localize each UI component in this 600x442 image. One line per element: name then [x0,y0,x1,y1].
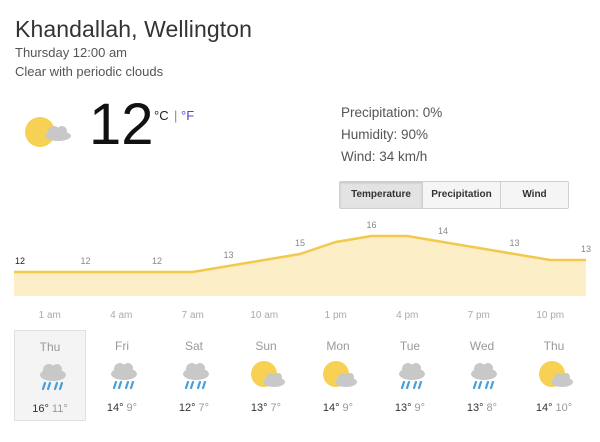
partly-sunny-icon [536,358,574,394]
forecast-day-name: Mon [326,339,350,353]
forecast-high: 13° [250,402,268,414]
forecast-day-thu[interactable]: Thu 16° 11° [14,330,86,421]
forecast-day-name: Wed [469,339,495,353]
chart-x-tick-label: 4 pm [396,310,418,321]
forecast-day-name: Tue [399,339,421,353]
forecast-day-name: Thu [39,340,61,354]
forecast-temps: 14° 10° [518,402,590,414]
chart-data-label: 13 [223,250,233,260]
forecast-high: 13° [466,402,484,414]
tab-precipitation[interactable]: Precipitation [422,182,500,208]
partly-sunny-icon [248,358,286,394]
forecast-high: 14° [535,402,553,414]
chart-x-tick-label: 4 am [110,310,132,321]
forecast-temps: 14° 9° [302,402,374,414]
forecast-day-mon[interactable]: Mon 14° 9° [302,330,374,421]
forecast-high: 16° [32,403,49,415]
unit-separator: | [174,108,178,123]
forecast-day-wed[interactable]: Wed 13° 8° [446,330,518,421]
forecast-temps: 12° 7° [158,402,230,414]
chart-data-label: 13 [509,238,519,248]
chart-data-label: 15 [295,238,305,248]
forecast-temps: 16° 11° [15,403,85,415]
forecast-day-thu[interactable]: Thu 14° 10° [518,330,590,421]
forecast-day-fri[interactable]: Fri 14° 9° [86,330,158,421]
current-condition: Clear with periodic clouds [15,64,164,79]
precipitation-stat: Precipitation: 0% [341,105,443,120]
forecast-temps: 13° 7° [230,402,302,414]
unit-celsius[interactable]: °C [154,108,169,123]
forecast-low: 9° [126,402,138,414]
rain-icon [33,359,71,395]
forecast-temps: 13° 8° [446,402,518,414]
chart-x-tick-label: 7 am [182,310,204,321]
forecast-low: 10° [555,402,573,414]
chart-x-tick-label: 1 am [39,310,61,321]
forecast-low: 8° [486,402,498,414]
forecast-low: 9° [414,402,426,414]
chart-data-label: 16 [366,220,376,230]
wind-stat: Wind: 34 km/h [341,149,428,164]
forecast-low: 7° [270,402,282,414]
forecast-day-name: Thu [543,339,565,353]
forecast-low: 9° [342,402,354,414]
chart-x-tick-label: 10 am [250,310,278,321]
partly-cloudy-icon [25,117,71,147]
forecast-high: 14° [322,402,340,414]
location-title: Khandallah, Wellington [15,16,253,42]
rain-icon [176,358,214,394]
chart-x-tick-label: 10 pm [536,310,564,321]
rain-icon [104,358,142,394]
chart-x-tick-label: 7 pm [468,310,490,321]
chart-data-label: 12 [15,256,25,266]
forecast-day-sun[interactable]: Sun 13° 7° [230,330,302,421]
chart-data-label: 12 [152,256,162,266]
chart-x-tick-label: 1 pm [325,310,347,321]
daily-forecast: Thu 16° 11° Fri 14° 9° Sat 12° 7° Sun 13… [14,330,590,421]
forecast-day-name: Sat [184,339,203,353]
humidity-stat: Humidity: 90% [341,127,429,142]
forecast-day-tue[interactable]: Tue 13° 9° [374,330,446,421]
forecast-temps: 13° 9° [374,402,446,414]
rain-icon [464,358,502,394]
forecast-high: 12° [178,402,196,414]
temperature-chart: 12 12 12 13 15 16 14 13 13 1 am 4 am 7 am 10 am 1 pm 4… [14,220,591,321]
forecast-temps: 14° 9° [86,402,158,414]
partly-sunny-icon [320,358,358,394]
forecast-low: 7° [198,402,210,414]
chart-data-label: 13 [581,244,591,254]
chart-tabs: Temperature Precipitation Wind [339,181,569,209]
forecast-high: 13° [394,402,412,414]
forecast-high: 14° [106,402,124,414]
current-temperature: 12 [89,92,154,157]
tab-temperature[interactable]: Temperature [340,182,422,208]
forecast-low: 11° [51,403,68,415]
chart-data-label: 14 [438,226,448,236]
rain-icon [392,358,430,394]
current-time: Thursday 12:00 am [15,45,128,60]
forecast-day-sat[interactable]: Sat 12° 7° [158,330,230,421]
forecast-day-name: Fri [115,339,129,353]
chart-data-label: 12 [80,256,90,266]
tab-wind[interactable]: Wind [500,182,568,208]
forecast-day-name: Sun [255,339,277,353]
unit-fahrenheit-link[interactable]: °F [181,108,194,123]
